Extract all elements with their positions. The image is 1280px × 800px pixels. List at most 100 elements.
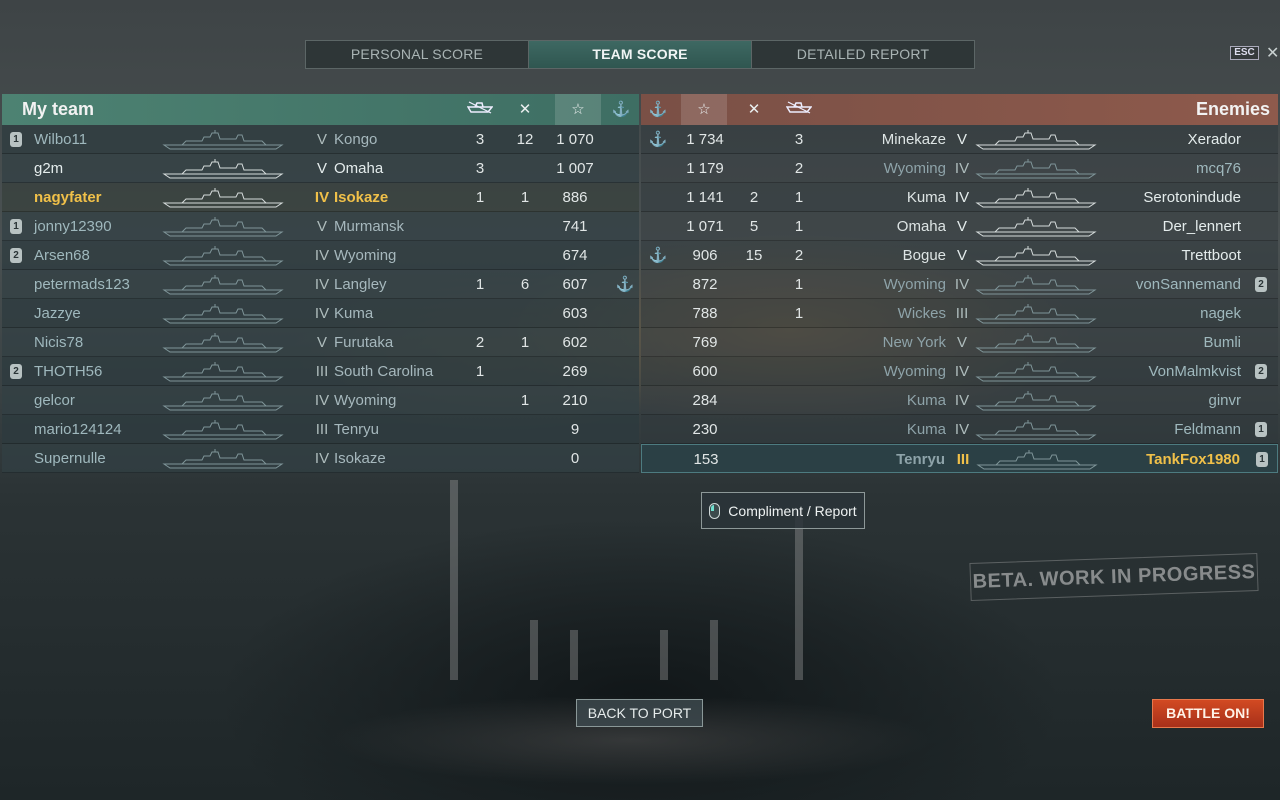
player-row[interactable]: Nicis78 V Furutaka 2 1 602 — [2, 328, 639, 357]
ships-destroyed-count: 2 — [794, 160, 804, 177]
ship-silhouette-icon — [975, 303, 1097, 325]
player-row[interactable]: 769 New York V Bumli — [641, 328, 1278, 357]
player-name: vonSannemand — [1135, 276, 1241, 293]
player-row[interactable]: 1 230 Kuma IV Feldmann — [641, 415, 1278, 444]
player-row[interactable]: 788 1 Wickes III nagek — [641, 299, 1278, 328]
ship-tier: IV — [314, 450, 330, 467]
player-name: Nicis78 — [34, 334, 84, 351]
ship-tier: V — [956, 218, 967, 235]
player-name: TankFox1980 — [1146, 451, 1240, 468]
ship-tier: V — [956, 334, 967, 351]
ships-destroyed-count: 1 — [475, 363, 485, 380]
division-badge: 1 — [1256, 452, 1268, 467]
player-row[interactable]: 1 179 2 Wyoming IV mcq76 — [641, 154, 1278, 183]
player-name: Xerador — [1187, 131, 1241, 148]
ship-name: New York — [882, 334, 946, 351]
ship-tier: IV — [314, 305, 330, 322]
ship-name: Minekaze — [881, 131, 946, 148]
division-badge: 1 — [10, 219, 22, 234]
tab-detailed-report[interactable]: DETAILED REPORT — [751, 41, 974, 68]
division-badge: 1 — [10, 132, 22, 147]
division-badge: 2 — [10, 364, 22, 379]
player-row[interactable]: 2 THOTH56 III South Carolina 1 269 — [2, 357, 639, 386]
base-capture-count: 5 — [749, 218, 759, 235]
player-row[interactable]: g2m V Omaha 3 1 007 — [2, 154, 639, 183]
player-row[interactable]: 2 600 Wyoming IV VonMalmkvist — [641, 357, 1278, 386]
experience-star-icon: ☆ — [555, 94, 601, 125]
ship-tier: III — [956, 451, 970, 468]
player-row[interactable]: ⚓ 1 734 3 Minekaze V Xerador — [641, 125, 1278, 154]
player-row[interactable]: Jazzye IV Kuma 603 — [2, 299, 639, 328]
ship-tier: IV — [954, 160, 970, 177]
player-name: jonny12390 — [34, 218, 112, 235]
player-name: Wilbo11 — [34, 131, 88, 148]
tab-personal-score[interactable]: PERSONAL SCORE — [306, 41, 528, 68]
player-row[interactable]: 2 Arsen68 IV Wyoming 674 — [2, 241, 639, 270]
anchor-icon: ⚓ — [648, 101, 668, 118]
base-capture-count: 12 — [516, 131, 534, 148]
ship-tier: IV — [314, 276, 330, 293]
ship-tier: V — [956, 247, 967, 264]
player-name: nagyfater — [34, 189, 102, 206]
enemies-title: Enemies — [1195, 99, 1270, 119]
ships-destroyed-count: 1 — [794, 189, 804, 206]
ship-tier: IV — [314, 189, 330, 206]
compliment-report-button[interactable]: Compliment / Report — [701, 492, 865, 529]
ship-silhouette-icon — [975, 390, 1097, 412]
ship-tier: IV — [314, 247, 330, 264]
player-row[interactable]: 1 141 2 1 Kuma IV Serotonindude — [641, 183, 1278, 212]
player-name: THOTH56 — [34, 363, 103, 380]
player-row[interactable]: petermads123 IV Langley 1 6 607 ⚓ — [2, 270, 639, 299]
mouse-icon — [709, 502, 721, 519]
ship-silhouette-icon — [975, 274, 1097, 296]
ships-destroyed-count: 1 — [475, 189, 485, 206]
ship-name: Furutaka — [334, 334, 394, 351]
ship-silhouette-icon — [975, 245, 1097, 267]
back-to-port-button[interactable]: BACK TO PORT — [576, 699, 703, 727]
ships-destroyed-count: 3 — [794, 131, 804, 148]
player-row[interactable]: 1 071 5 1 Omaha V Der_lennert — [641, 212, 1278, 241]
player-row[interactable]: nagyfater IV Isokaze 1 1 886 — [2, 183, 639, 212]
player-row[interactable]: gelcor IV Wyoming 1 210 — [2, 386, 639, 415]
player-name: g2m — [34, 160, 64, 177]
ship-name: Tenryu — [896, 451, 945, 468]
ships-destroyed-count: 2 — [475, 334, 485, 351]
ship-name: Kongo — [334, 131, 378, 148]
ship-tier: III — [315, 421, 329, 438]
player-row[interactable]: 284 Kuma IV ginvr — [641, 386, 1278, 415]
close-icon[interactable]: ✕ — [1266, 43, 1279, 63]
experience-value: 9 — [570, 421, 580, 438]
my-team-panel: My team ✕ ☆ ⚓ 1 Wilbo11 V Kongo 3 12 1 070 g2m V… — [2, 94, 639, 473]
ship-name: Wickes — [897, 305, 946, 322]
ship-silhouette-icon — [975, 361, 1097, 383]
compliment-report-label: Compliment / Report — [728, 502, 857, 519]
base-capture-count: 15 — [745, 247, 763, 264]
player-row[interactable]: Supernulle IV Isokaze 0 — [2, 444, 639, 473]
battle-on-button[interactable]: BATTLE ON! — [1152, 699, 1264, 728]
base-capture-count: 1 — [520, 189, 530, 206]
experience-value: 1 141 — [686, 189, 724, 206]
player-row[interactable]: 1 Wilbo11 V Kongo 3 12 1 070 — [2, 125, 639, 154]
player-name: Feldmann — [1174, 421, 1241, 438]
experience-value: 230 — [692, 421, 718, 438]
experience-value: 269 — [562, 363, 588, 380]
ship-tier: IV — [954, 392, 970, 409]
player-row[interactable]: 1 153 Tenryu III TankFox1980 — [641, 444, 1278, 473]
esc-key-hint[interactable]: ESC — [1230, 46, 1259, 60]
experience-value: 1 007 — [556, 160, 594, 177]
anchor-icon: ⚓ — [648, 131, 668, 148]
ship-silhouette-icon — [162, 332, 284, 354]
ship-silhouette-icon — [162, 390, 284, 412]
tab-team-score[interactable]: TEAM SCORE — [528, 41, 751, 68]
ship-name: Wyoming — [334, 392, 397, 409]
player-row[interactable]: mario124124 III Tenryu 9 — [2, 415, 639, 444]
ships-destroyed-count: 1 — [794, 276, 804, 293]
player-row[interactable]: ⚓ 906 15 2 Bogue V Trettboot — [641, 241, 1278, 270]
player-row[interactable]: 2 872 1 Wyoming IV vonSannemand — [641, 270, 1278, 299]
player-row[interactable]: 1 jonny12390 V Murmansk 741 — [2, 212, 639, 241]
ship-tier: V — [316, 131, 327, 148]
ship-name: Tenryu — [334, 421, 380, 438]
experience-star-icon: ☆ — [681, 94, 727, 125]
ships-destroyed-icon — [457, 94, 503, 125]
ship-silhouette-icon — [162, 361, 284, 383]
